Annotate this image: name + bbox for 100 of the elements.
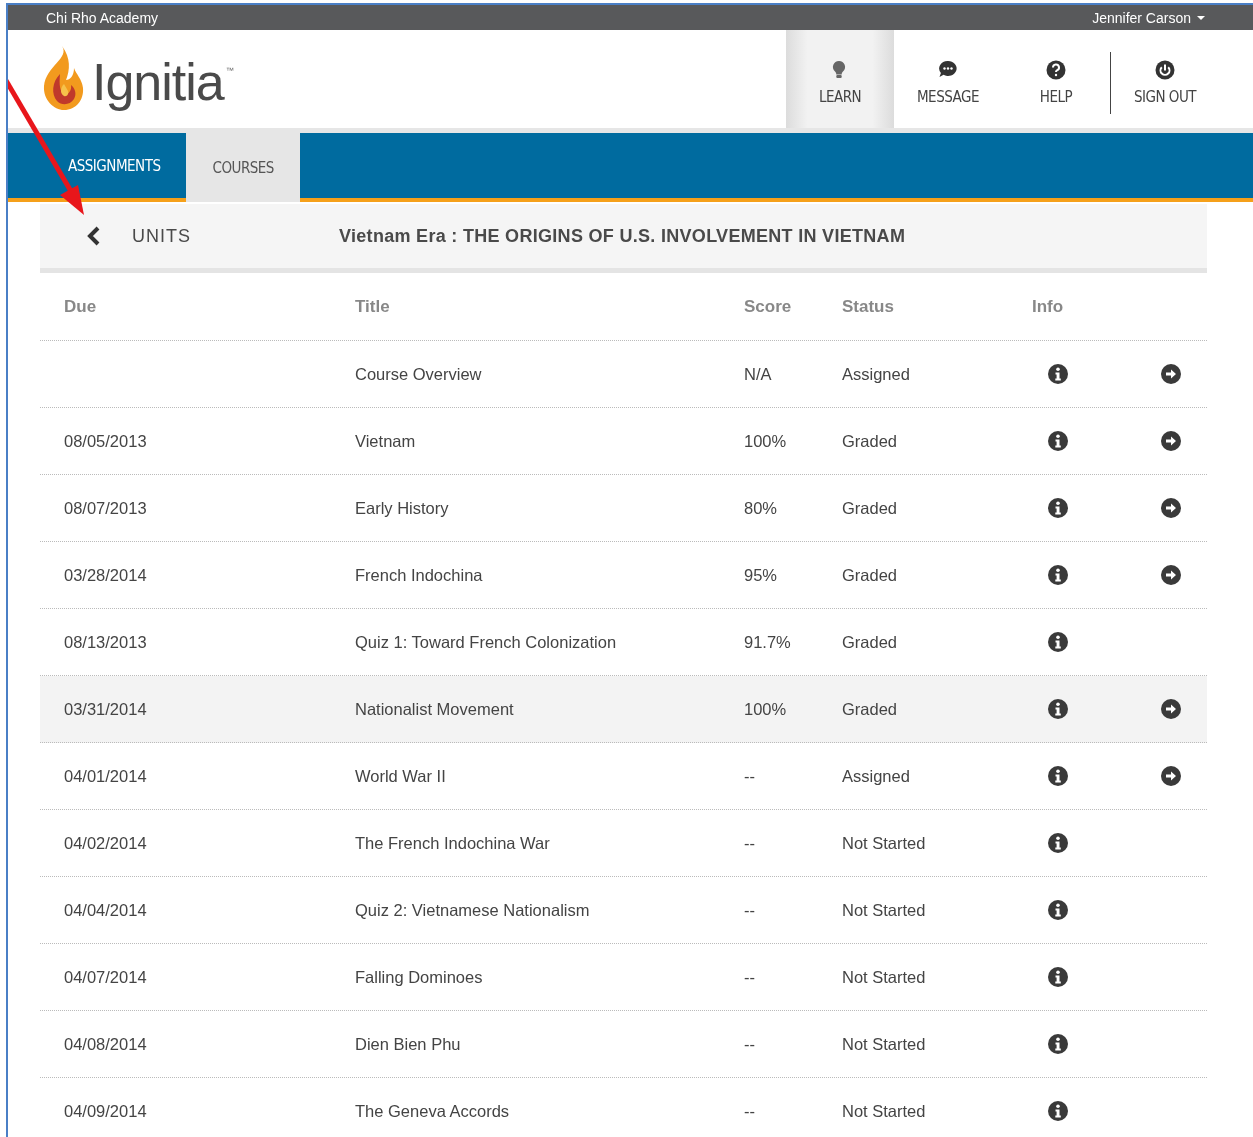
trademark-mark: ™	[225, 66, 234, 75]
info-icon	[1048, 565, 1068, 585]
table-cell-text: 04/07/2014	[63, 967, 148, 987]
nav-item[interactable]: MESSAGE	[894, 30, 1002, 128]
table-cell-text: Dien Bien Phu	[354, 1034, 462, 1054]
nav-item[interactable]: SIGN OUT	[1111, 30, 1219, 128]
nav-item[interactable]: LEARN	[786, 30, 894, 128]
info-icon	[1048, 498, 1068, 518]
help-icon	[1046, 60, 1066, 80]
table-row[interactable]: 03/28/2014 French Indochina 95% Graded	[40, 542, 1207, 609]
info-icon	[1048, 364, 1068, 384]
info-button[interactable]	[1048, 900, 1068, 920]
tab[interactable]: COURSES	[186, 133, 300, 202]
info-button[interactable]	[1048, 1034, 1068, 1054]
table-row[interactable]: 04/08/2014 Dien Bien Phu -- Not Started	[40, 1011, 1207, 1078]
table-cell-text: Graded	[841, 498, 899, 518]
open-button[interactable]	[1161, 565, 1181, 585]
info-button[interactable]	[1048, 632, 1068, 652]
table-row[interactable]: 04/09/2014 The Geneva Accords -- Not Started	[40, 1078, 1207, 1137]
column-header: Score	[743, 296, 793, 317]
info-button[interactable]	[1048, 565, 1068, 585]
info-button[interactable]	[1048, 364, 1068, 384]
table-row[interactable]: 04/02/2014 The French Indochina War -- Not Started	[40, 810, 1207, 877]
table-cell-text: 04/01/2014	[63, 766, 148, 786]
table-cell-text: --	[743, 1101, 756, 1121]
school-name: Chi Rho Academy	[46, 9, 159, 26]
arrow-right-icon	[1161, 431, 1181, 451]
table-cell-text: Not Started	[841, 833, 927, 853]
column-header: Due	[63, 296, 98, 317]
info-button[interactable]	[1048, 498, 1068, 518]
info-button[interactable]	[1048, 699, 1068, 719]
table-cell-text: 08/05/2013	[63, 431, 148, 451]
info-icon	[1048, 967, 1068, 987]
table-cell-text: Course Overview	[354, 364, 483, 384]
table-cell-text: 04/08/2014	[63, 1034, 148, 1054]
table-row[interactable]: Course Overview N/A Assigned	[40, 341, 1207, 408]
table-cell-text: Graded	[841, 431, 899, 451]
table-cell-text: 03/28/2014	[63, 565, 148, 585]
info-button[interactable]	[1048, 431, 1068, 451]
arrow-right-icon	[1161, 565, 1181, 585]
table-cell-text: Quiz 2: Vietnamese Nationalism	[354, 900, 591, 920]
info-button[interactable]	[1048, 967, 1068, 987]
table-cell-text: World War II	[354, 766, 447, 786]
table-cell-text: Assigned	[841, 364, 911, 384]
table-cell-text: 100%	[743, 431, 788, 451]
table-cell-text: N/A	[743, 364, 773, 384]
table-cell-text: Not Started	[841, 967, 927, 987]
table-row[interactable]: 03/31/2014 Nationalist Movement 100% Graded	[40, 676, 1207, 743]
table-cell-text: The Geneva Accords	[354, 1101, 511, 1121]
info-button[interactable]	[1048, 833, 1068, 853]
column-header: Status	[841, 296, 895, 317]
table-cell-text: 04/09/2014	[63, 1101, 148, 1121]
table-row[interactable]: 08/05/2013 Vietnam 100% Graded	[40, 408, 1207, 475]
info-icon	[1048, 833, 1068, 853]
table-cell-text: 08/13/2013	[63, 632, 148, 652]
table-cell-text: 03/31/2014	[63, 699, 148, 719]
info-icon	[1048, 900, 1068, 920]
table-row[interactable]: 04/07/2014 Falling Dominoes -- Not Started	[40, 944, 1207, 1011]
power-icon	[1155, 60, 1175, 80]
open-button[interactable]	[1161, 699, 1181, 719]
table-row[interactable]: 08/07/2013 Early History 80% Graded	[40, 475, 1207, 542]
table-cell-text: Quiz 1: Toward French Colonization	[354, 632, 618, 652]
back-button[interactable]: UNITS	[40, 225, 339, 247]
table-cell-text: The French Indochina War	[354, 833, 551, 853]
table-cell-text: 95%	[743, 565, 779, 585]
table-row[interactable]: 04/01/2014 World War II -- Assigned	[40, 743, 1207, 810]
column-header: Title	[354, 296, 391, 317]
arrow-right-icon	[1161, 766, 1181, 786]
info-button[interactable]	[1048, 1101, 1068, 1121]
info-icon	[1048, 1034, 1068, 1054]
arrow-right-icon	[1161, 699, 1181, 719]
chevron-left-icon	[86, 226, 102, 246]
table-cell-text: Graded	[841, 632, 899, 652]
table-cell-text: --	[743, 1034, 756, 1054]
table-cell-text: --	[743, 967, 756, 987]
user-menu[interactable]: Jennifer Carson	[1092, 9, 1205, 26]
table-cell-text: 08/07/2013	[63, 498, 148, 518]
open-button[interactable]	[1161, 766, 1181, 786]
arrow-right-icon	[1161, 364, 1181, 384]
info-icon	[1048, 632, 1068, 652]
table-cell-text: Assigned	[841, 766, 911, 786]
info-button[interactable]	[1048, 766, 1068, 786]
table-cell-text: Not Started	[841, 900, 927, 920]
open-button[interactable]	[1161, 364, 1181, 384]
table-cell-text: Falling Dominoes	[354, 967, 484, 987]
table-cell-text: Nationalist Movement	[354, 699, 515, 719]
column-header: Info	[1031, 296, 1065, 317]
caret-icon	[1197, 15, 1205, 20]
open-button[interactable]	[1161, 431, 1181, 451]
nav-item[interactable]: HELP	[1002, 30, 1110, 128]
table-cell-text: Not Started	[841, 1101, 927, 1121]
table-cell-text: 91.7%	[743, 632, 792, 652]
table-cell-text: Graded	[841, 699, 899, 719]
table-cell-text: Early History	[354, 498, 450, 518]
table-cell-text: 80%	[743, 498, 779, 518]
table-cell-text: Not Started	[841, 1034, 927, 1054]
table-cell-text: --	[743, 833, 756, 853]
table-cell-text: Graded	[841, 565, 899, 585]
open-button[interactable]	[1161, 498, 1181, 518]
table-row[interactable]: 04/04/2014 Quiz 2: Vietnamese Nationalism -- Not Started	[40, 877, 1207, 944]
